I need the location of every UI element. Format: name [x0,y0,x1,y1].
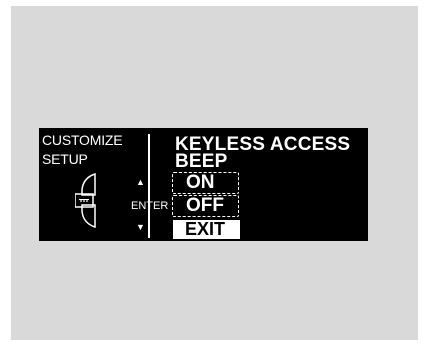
option-off-label: OFF [186,195,224,216]
down-arrow-icon: ▼ [136,222,145,232]
option-on[interactable]: ON [172,172,239,194]
option-off[interactable]: OFF [172,195,239,217]
exit-label: EXIT [185,219,226,239]
customize-setup-screen: CUSTOMIZE SETUP ▲ ENTER ▼ KEYLESS ACCESS… [39,128,368,241]
divider [148,134,150,238]
customize-label: CUSTOMIZE [42,132,123,148]
option-on-label: ON [186,172,215,193]
up-arrow-icon: ▲ [136,177,145,187]
setup-label: SETUP [42,151,88,167]
exit-button[interactable]: EXIT [173,220,240,239]
selector-dial-icon [75,172,96,229]
selector-dial[interactable]: ▲ ENTER ▼ [75,172,168,236]
setting-subtitle: BEEP [175,151,228,172]
